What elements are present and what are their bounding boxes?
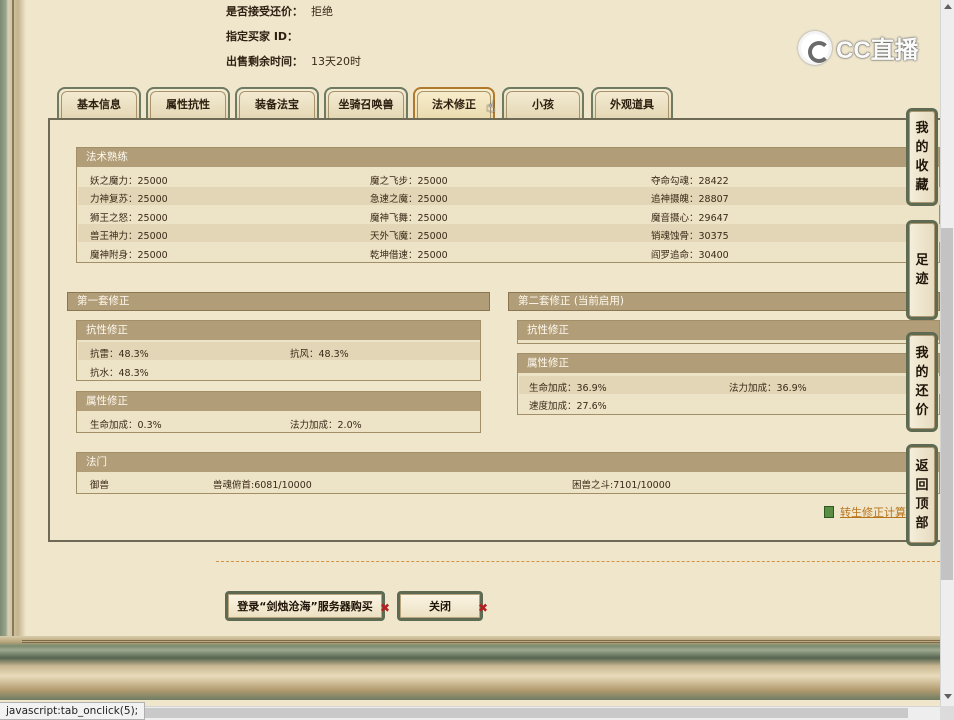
- side-char: 收: [915, 159, 929, 174]
- famen-title: 法门: [77, 453, 939, 472]
- set2-attr-cell: 速度加成：27.6%: [529, 401, 607, 412]
- login-server-buy-button[interactable]: 登录“剑烛沧海”服务器购买 ✖: [225, 591, 390, 621]
- skill-cell: 阎罗追命：30400: [651, 250, 729, 261]
- vertical-scroll-thumb[interactable]: [941, 228, 953, 580]
- side-char: 藏: [915, 178, 929, 193]
- close-button[interactable]: 关闭 ✖: [397, 591, 488, 621]
- famen-box: 法门: [76, 452, 940, 494]
- set1-attr-cell: 生命加成：0.3%: [90, 420, 162, 431]
- side-char: 的: [915, 140, 929, 155]
- set2-title: 第二套修正 (当前启用): [508, 292, 940, 311]
- tab-child[interactable]: 小孩: [502, 87, 584, 119]
- remaining-time-value: 13天20时: [311, 55, 361, 68]
- side-char: 足: [915, 253, 929, 268]
- login-server-buy-label: 登录“剑烛沧海”服务器购买: [237, 600, 373, 613]
- tab-basic-info[interactable]: 基本信息: [57, 87, 141, 119]
- skill-cell: 魔音摄心：29647: [651, 213, 729, 224]
- side-char: 还: [915, 384, 929, 399]
- close-label: 关闭: [429, 600, 451, 613]
- skill-cell: 狮王之怒：25000: [90, 213, 168, 224]
- skill-proficiency-title: 法术熟练: [77, 148, 939, 167]
- side-char: 我: [915, 346, 929, 361]
- hand-cursor-icon: ☝: [486, 97, 496, 116]
- calculator-icon: [824, 506, 834, 518]
- accept-counter-value: 拒绝: [311, 5, 333, 18]
- set1-resist-cell: 抗风：48.3%: [290, 349, 349, 360]
- skill-cell: 魔神飞舞：25000: [370, 213, 448, 224]
- skill-cell: 天外飞魔：25000: [370, 231, 448, 242]
- skill-cell: 兽王神力：25000: [90, 231, 168, 242]
- browser-status-bar: javascript:tab_onclick(5);: [0, 702, 146, 720]
- set1-attr-title: 属性修正: [77, 392, 480, 411]
- famen-cell: 御兽: [90, 480, 110, 491]
- side-my-counter-offers-button[interactable]: 我 的 还 价: [906, 332, 938, 432]
- bottom-border: [0, 636, 940, 700]
- cc-logo-text: CC直播: [836, 37, 919, 64]
- skill-cell: 急速之魔：25000: [370, 194, 448, 205]
- skill-cell: 魔之飞步：25000: [370, 176, 448, 187]
- set2-attr-title: 属性修正: [518, 354, 939, 373]
- skill-cell: 追神摄魄：28807: [651, 194, 729, 205]
- bottom-border-line: [22, 640, 940, 643]
- set2-attr-cell: 生命加成：36.9%: [529, 383, 607, 394]
- side-back-to-top-button[interactable]: 返 回 顶 部: [906, 444, 938, 546]
- rebirth-correction-calc-link[interactable]: 转生修正计算: [824, 504, 906, 520]
- cc-live-logo: CC直播: [798, 30, 919, 65]
- cc-logo-icon: [798, 30, 832, 65]
- accept-counter-offer-row: 是否接受还价： 拒绝: [226, 3, 333, 19]
- side-char: 部: [915, 516, 929, 531]
- row-stripe: [78, 187, 940, 205]
- skill-cell: 力神复苏：25000: [90, 194, 168, 205]
- dotted-divider: [216, 561, 940, 562]
- side-char: 回: [915, 478, 929, 493]
- ribbon-icon: ✖: [477, 601, 488, 615]
- set1-resist-cell: 抗水：48.3%: [90, 368, 149, 379]
- side-char: 返: [915, 459, 929, 474]
- set1-resist-title: 抗性修正: [77, 321, 480, 340]
- side-char: 的: [915, 365, 929, 380]
- tab-mounts-summons[interactable]: 坐骑召唤兽: [324, 87, 408, 119]
- ribbon-icon: ✖: [379, 601, 390, 615]
- skill-cell: 妖之魔力：25000: [90, 176, 168, 187]
- side-my-favorites-button[interactable]: 我 的 收 藏: [906, 108, 938, 206]
- set1-attr-cell: 法力加成：2.0%: [290, 420, 362, 431]
- skill-cell: 销魂蚀骨：30375: [651, 231, 729, 242]
- famen-cell: 兽魂俯首:6081/10000: [213, 480, 312, 491]
- remaining-time-label: 出售剩余时间：: [226, 55, 303, 68]
- tab-appearance-items[interactable]: 外观道具: [591, 87, 673, 119]
- set2-resist-title: 抗性修正: [518, 321, 939, 340]
- set2-resist-box: 抗性修正: [517, 320, 940, 344]
- rebirth-correction-calc-label: 转生修正计算: [840, 506, 906, 519]
- accept-counter-label: 是否接受还价：: [226, 5, 303, 18]
- scroll-up-arrow-icon[interactable]: [944, 4, 952, 9]
- tab-equipment[interactable]: 装备法宝: [235, 87, 319, 119]
- side-char: 我: [915, 121, 929, 136]
- skill-proficiency-box: 法术熟练: [76, 147, 940, 263]
- tab-spell-correction[interactable]: 法术修正: [413, 87, 495, 119]
- side-char: 价: [915, 403, 929, 418]
- designated-buyer-label: 指定买家 ID：: [226, 30, 299, 43]
- left-border: [0, 0, 26, 700]
- side-char: 迹: [915, 272, 929, 287]
- scroll-down-arrow-icon[interactable]: [944, 694, 952, 699]
- row-stripe: [78, 224, 940, 242]
- side-char: 顶: [915, 497, 929, 512]
- set1-title: 第一套修正: [67, 292, 490, 311]
- skill-cell: 乾坤借速：25000: [370, 250, 448, 261]
- designated-buyer-row: 指定买家 ID：: [226, 28, 306, 44]
- remaining-time-row: 出售剩余时间： 13天20时: [226, 53, 361, 69]
- set2-attr-cell: 法力加成：36.9%: [729, 383, 807, 394]
- set1-resist-cell: 抗雷：48.3%: [90, 349, 149, 360]
- tab-attribute-resistance[interactable]: 属性抗性: [146, 87, 230, 119]
- horizontal-scroll-thumb[interactable]: [48, 708, 908, 718]
- skill-cell: 魔神附身：25000: [90, 250, 168, 261]
- scrollbar-corner: [940, 706, 954, 720]
- skill-cell: 夺命勾魂：28422: [651, 176, 729, 187]
- side-footprints-button[interactable]: 足 迹: [906, 220, 938, 320]
- famen-cell: 困兽之斗:7101/10000: [572, 480, 671, 491]
